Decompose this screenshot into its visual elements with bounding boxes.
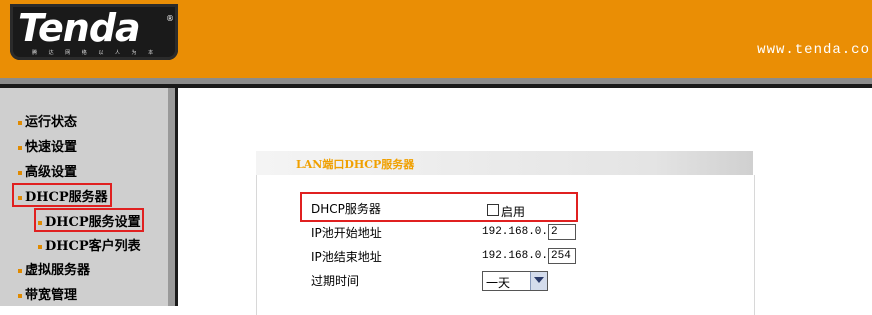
bullet-icon [18, 293, 22, 298]
panel-title: LAN端口DHCP服务器 [296, 158, 415, 171]
sidebar-edge [168, 88, 175, 306]
lease-time-value: 一天 [486, 276, 511, 290]
sidebar-item-dhcp-settings[interactable]: DHCP服务设置 [38, 211, 141, 230]
site-url: www.tenda.co [757, 42, 870, 58]
bullet-icon [38, 220, 42, 225]
sidebar-item-label: 快速设置 [25, 140, 78, 155]
header-bar: Tenda ® 腾 达 网 络 以 人 为 本 www.tenda.co [0, 0, 872, 78]
pool-end-prefix: 192.168.0. [482, 250, 549, 262]
pool-end-label: IP池结束地址 [311, 250, 382, 264]
logo-trademark: ® [166, 14, 174, 23]
enable-label: 启用 [501, 205, 526, 219]
sidebar-item-virtual-server[interactable]: 虚拟服务器 [18, 259, 90, 278]
sidebar-item-bandwidth[interactable]: 带宽管理 [18, 284, 77, 303]
chevron-down-icon [534, 277, 544, 283]
sidebar-item-label: 带宽管理 [25, 288, 78, 303]
sidebar-item-dhcp-server[interactable]: DHCP服务器 [18, 186, 108, 205]
sidebar-item-label: 虚拟服务器 [25, 263, 91, 278]
sidebar-item-label: DHCP服务设置 [45, 215, 141, 230]
bullet-icon [38, 244, 42, 249]
lease-time-label: 过期时间 [311, 274, 360, 288]
sidebar-item-advanced[interactable]: 高级设置 [18, 161, 77, 180]
sidebar-item-dhcp-clients[interactable]: DHCP客户列表 [38, 235, 141, 254]
sidebar-item-status[interactable]: 运行状态 [18, 111, 77, 130]
pool-start-label: IP池开始地址 [311, 226, 382, 240]
sidebar-item-label: 高级设置 [25, 165, 78, 180]
logo-slogan: 腾 达 网 络 以 人 为 本 [32, 50, 159, 56]
tenda-logo[interactable]: Tenda ® 腾 达 网 络 以 人 为 本 [10, 4, 178, 60]
panel-header: LAN端口DHCP服务器 [256, 151, 753, 175]
sidebar-item-label: DHCP服务器 [25, 190, 108, 205]
pool-end-input[interactable]: 254 [548, 248, 576, 264]
lease-time-select[interactable]: 一天 [482, 271, 548, 291]
bullet-icon [18, 120, 22, 125]
sidebar-edge-dark [175, 88, 178, 306]
sidebar-item-quick-setup[interactable]: 快速设置 [18, 136, 77, 155]
dhcp-server-label: DHCP服务器 [311, 202, 381, 216]
pool-start-input[interactable]: 2 [548, 224, 576, 240]
bullet-icon [18, 170, 22, 175]
logo-text: Tenda [18, 6, 141, 50]
bullet-icon [18, 268, 22, 273]
bullet-icon [18, 145, 22, 150]
enable-checkbox[interactable] [487, 204, 499, 216]
dropdown-button[interactable] [530, 272, 547, 290]
bullet-icon [18, 195, 22, 200]
pool-start-prefix: 192.168.0. [482, 226, 549, 238]
sidebar-item-label: 运行状态 [25, 115, 78, 130]
sidebar-item-label: DHCP客户列表 [45, 239, 141, 254]
